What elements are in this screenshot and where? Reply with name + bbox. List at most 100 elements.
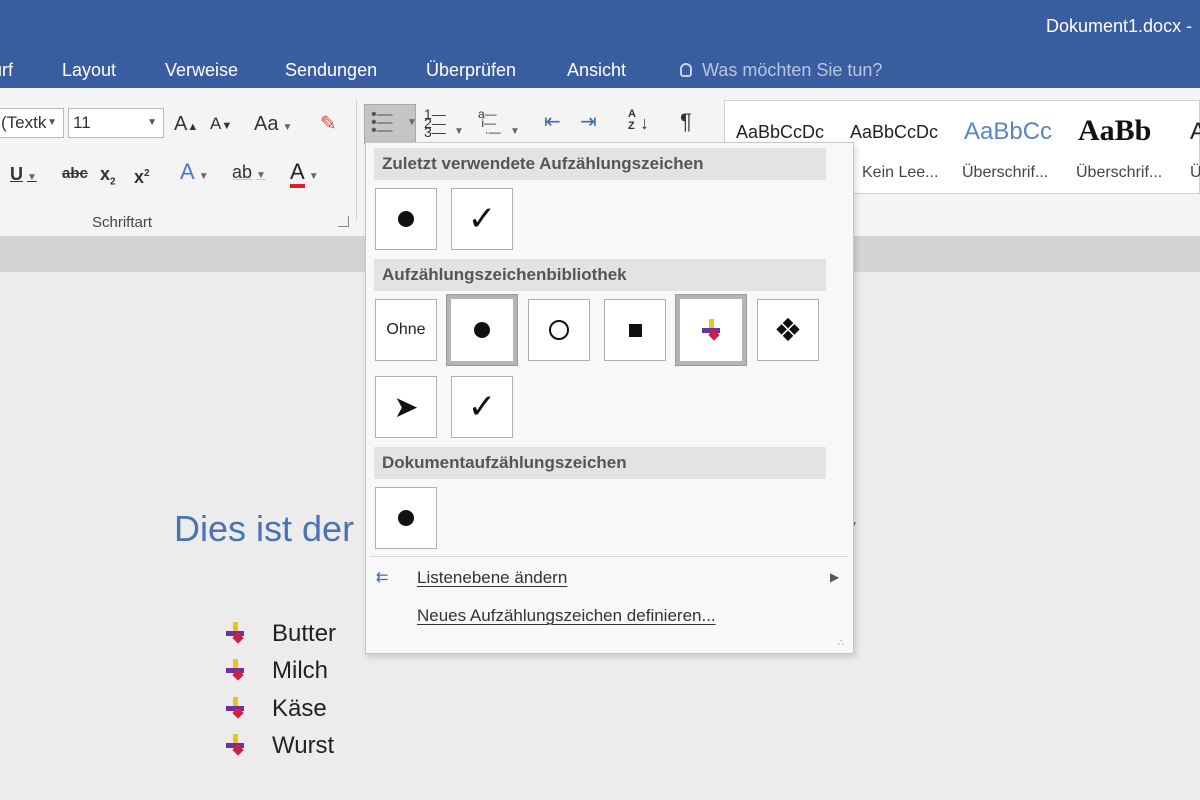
font-size-combo[interactable]: 11 ▼: [68, 108, 164, 138]
multilevel-list-button[interactable]: a— i— ·—: [478, 107, 501, 139]
bullet-none[interactable]: Ohne: [375, 299, 437, 361]
group-label-font: Schriftart: [92, 214, 153, 231]
grow-font-icon: A: [174, 113, 188, 135]
show-formatting-button[interactable]: ¶: [680, 110, 692, 134]
style-name-title: Ü: [1190, 164, 1200, 181]
shrink-font-button[interactable]: A▼: [210, 112, 232, 138]
underline-button[interactable]: U ▼: [10, 162, 37, 190]
library-bullet-arrow[interactable]: ➤: [375, 376, 437, 438]
document-bullet-dot[interactable]: [375, 487, 437, 549]
chevron-down-icon: ▼: [47, 117, 57, 128]
eraser-icon: ✎: [320, 113, 337, 135]
picture-bullet-icon: [224, 622, 246, 644]
style-heading-1[interactable]: AaBbCc: [964, 118, 1060, 146]
tab-view[interactable]: Ansicht: [567, 60, 626, 81]
chevron-down-icon: ▼: [147, 117, 157, 128]
bullet-dot-icon: [474, 322, 490, 338]
change-case-button[interactable]: Aa ▼: [254, 112, 292, 140]
define-new-bullet-item[interactable]: Neues Aufzählungszeichen definieren...: [417, 606, 716, 626]
tab-layout[interactable]: Layout: [62, 60, 116, 81]
bullet-list-icon: •— •— •—: [371, 106, 393, 139]
list-item: Butter: [224, 620, 336, 648]
bullet-square-icon: [628, 323, 642, 337]
bullet-none-label: Ohne: [386, 321, 426, 338]
clear-formatting-button[interactable]: ✎: [320, 112, 337, 136]
change-list-level-item[interactable]: Listenebene ändern: [417, 568, 567, 588]
library-bullet-dot[interactable]: [446, 294, 518, 366]
subscript-button[interactable]: x2: [100, 162, 116, 195]
multilevel-dropdown[interactable]: ▼: [506, 116, 520, 144]
four-diamond-icon: ❖: [773, 312, 803, 348]
increase-indent-icon: ⇥: [580, 111, 597, 133]
bullet-circle-icon: [549, 320, 569, 340]
library-bullet-circle[interactable]: [528, 299, 590, 361]
list-item: Wurst: [224, 732, 334, 760]
font-name-value: (Textk: [1, 113, 47, 132]
tab-mailings[interactable]: Sendungen: [285, 60, 377, 81]
checkmark-icon: ✓: [467, 200, 497, 238]
tab-design[interactable]: urf: [0, 60, 13, 81]
style-no-spacing[interactable]: AaBbCcDc: [850, 122, 946, 143]
grow-font-button[interactable]: A▲: [174, 112, 198, 139]
multilevel-list-icon: a— i— ·—: [478, 107, 501, 139]
picture-bullet-icon: [700, 319, 722, 341]
document-bullets-header: Dokumentaufzählungszeichen: [374, 447, 826, 479]
arrowhead-icon: ➤: [393, 390, 419, 424]
strikethrough-button[interactable]: abc: [62, 162, 88, 186]
dialog-launcher-icon[interactable]: [338, 216, 349, 227]
library-bullet-square[interactable]: [604, 299, 666, 361]
checkmark-icon: ✓: [467, 388, 497, 426]
style-normal[interactable]: AaBbCcDc: [736, 122, 832, 143]
list-level-icon: ⇇: [376, 569, 389, 586]
recent-bullets-header: Zuletzt verwendete Aufzählungszeichen: [374, 148, 826, 180]
ribbon-separator: [356, 100, 357, 220]
text-effects-button[interactable]: A ▼: [180, 160, 209, 189]
sort-icon: A Z: [628, 108, 636, 132]
resize-grip-icon[interactable]: ∴: [838, 638, 845, 649]
tell-me-text: Was möchten Sie tun?: [702, 60, 883, 80]
list-item: Milch: [224, 657, 328, 685]
decrease-indent-icon: ⇤: [544, 111, 561, 133]
increase-indent-button[interactable]: ⇥: [580, 110, 597, 134]
submenu-arrow-icon: ▶: [830, 570, 840, 584]
bullet-dot-icon: [398, 510, 414, 526]
sort-button[interactable]: A Z ↓: [628, 108, 649, 132]
numbering-dropdown[interactable]: ▼: [450, 116, 464, 144]
pilcrow-icon: ¶: [680, 109, 692, 134]
font-name-combo[interactable]: (Textk ▼: [0, 108, 64, 138]
lightbulb-icon: [680, 63, 692, 77]
decrease-indent-button[interactable]: ⇤: [544, 110, 561, 134]
font-size-value: 11: [73, 113, 91, 132]
style-name-heading-1: Überschrif...: [962, 164, 1049, 181]
library-bullet-picture[interactable]: [675, 294, 747, 366]
shrink-font-icon: A: [210, 114, 222, 133]
bullets-button[interactable]: •— •— •— ▼: [364, 104, 417, 144]
chevron-down-icon: ▼: [510, 126, 520, 137]
bullet-library-header: Aufzählungszeichenbibliothek: [374, 259, 826, 291]
style-name-no-spacing: Kein Lee...: [862, 164, 939, 181]
picture-bullet-icon: [224, 697, 246, 719]
tab-references[interactable]: Verweise: [165, 60, 238, 81]
library-bullet-check[interactable]: ✓: [451, 376, 513, 438]
change-case-icon: Aa: [254, 113, 279, 135]
highlight-button[interactable]: ab ▼: [232, 160, 266, 188]
superscript-button[interactable]: x2: [134, 162, 150, 189]
recent-bullet-check[interactable]: ✓: [451, 188, 513, 250]
chevron-down-icon: ▼: [454, 126, 464, 137]
list-item: Käse: [224, 695, 327, 723]
tell-me-box[interactable]: Was möchten Sie tun?: [680, 60, 882, 81]
library-bullet-diamond[interactable]: ❖: [757, 299, 819, 361]
style-title[interactable]: A: [1190, 118, 1200, 146]
style-name-heading-2: Überschrif...: [1076, 164, 1163, 181]
picture-bullet-icon: [224, 734, 246, 756]
tab-review[interactable]: Überprüfen: [426, 60, 516, 81]
menu-separator: [370, 556, 848, 557]
document-heading: Dies ist der: [174, 508, 355, 549]
recent-bullet-dot[interactable]: [375, 188, 437, 250]
bullet-dot-icon: [398, 211, 414, 227]
numbering-button[interactable]: 1— 2— 3—: [424, 107, 446, 139]
font-color-button[interactable]: A ▼: [290, 159, 319, 189]
document-title: Dokument1.docx -: [1046, 16, 1193, 36]
style-heading-2[interactable]: AaBb: [1078, 114, 1151, 148]
numbered-list-icon: 1— 2— 3—: [424, 106, 446, 140]
